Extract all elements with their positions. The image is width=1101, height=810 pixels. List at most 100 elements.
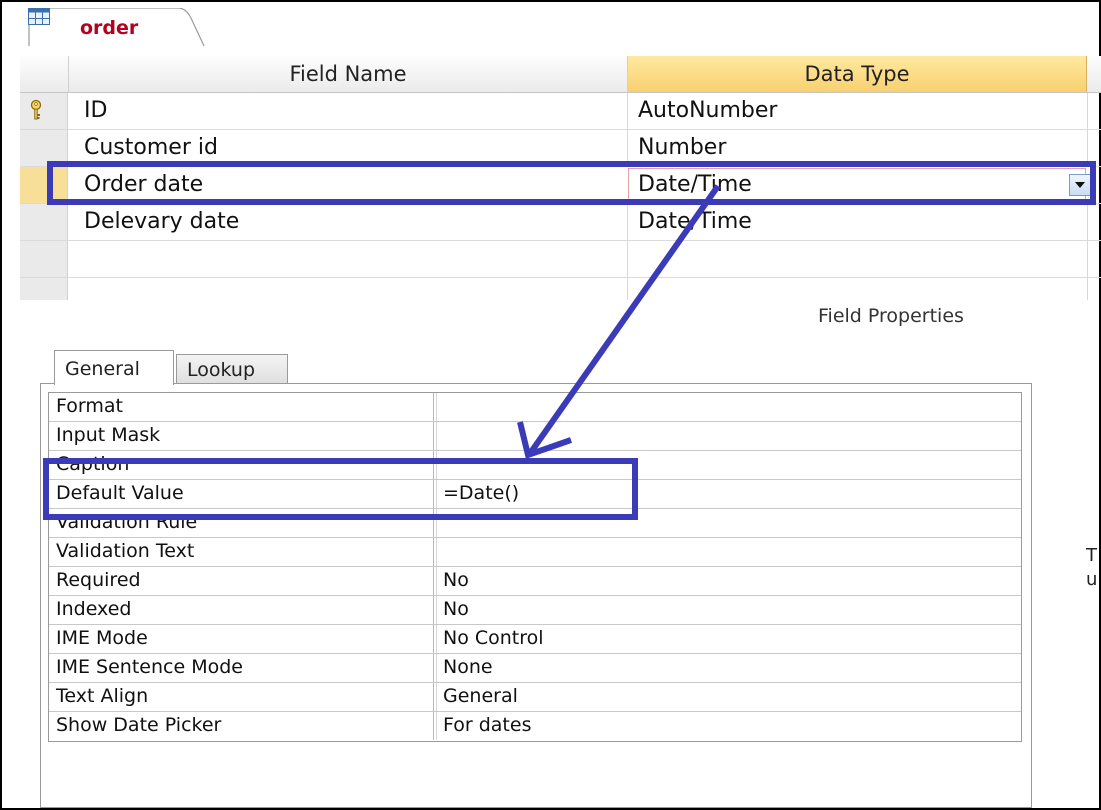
property-name: Indexed bbox=[56, 598, 132, 620]
field-name-cell[interactable]: Order date bbox=[84, 167, 203, 203]
data-type-column-header[interactable]: Data Type bbox=[628, 56, 1087, 92]
property-row-caption[interactable]: Caption bbox=[49, 451, 1021, 480]
column-divider bbox=[1087, 204, 1088, 240]
column-divider bbox=[433, 480, 434, 508]
column-divider bbox=[433, 683, 434, 711]
description-column-header[interactable] bbox=[1087, 56, 1101, 92]
column-divider bbox=[1087, 130, 1088, 166]
property-name: Required bbox=[56, 569, 141, 591]
column-divider bbox=[436, 393, 437, 421]
column-divider bbox=[436, 712, 437, 740]
property-value[interactable]: For dates bbox=[443, 714, 531, 736]
property-row-format[interactable]: Format bbox=[49, 393, 1021, 422]
help-text-line: u bbox=[1086, 569, 1098, 590]
select-all-corner[interactable] bbox=[20, 56, 69, 92]
tab-general[interactable]: General bbox=[54, 350, 174, 385]
property-row-required[interactable]: Required No bbox=[49, 567, 1021, 596]
column-divider bbox=[1087, 93, 1088, 129]
property-row-ime-mode[interactable]: IME Mode No Control bbox=[49, 625, 1021, 654]
help-text-line: T bbox=[1086, 545, 1097, 566]
property-value[interactable]: General bbox=[443, 685, 518, 707]
data-type-dropdown-button[interactable] bbox=[1069, 174, 1091, 196]
column-divider bbox=[433, 625, 434, 653]
data-type-cell[interactable]: Date/Time bbox=[638, 167, 752, 203]
column-divider bbox=[436, 538, 437, 566]
table-icon bbox=[28, 8, 50, 25]
column-divider bbox=[433, 509, 434, 537]
data-type-cell[interactable]: Date/Time bbox=[638, 204, 752, 240]
document-tab-order[interactable]: order bbox=[28, 8, 208, 46]
column-divider bbox=[433, 596, 434, 624]
property-name: Default Value bbox=[56, 482, 184, 504]
tab-label: order bbox=[80, 17, 139, 39]
column-divider bbox=[1087, 278, 1088, 300]
column-divider bbox=[436, 683, 437, 711]
column-divider bbox=[627, 278, 628, 300]
row-selector[interactable] bbox=[20, 204, 68, 240]
field-row[interactable]: ID AutoNumber bbox=[20, 93, 1101, 130]
column-divider bbox=[433, 538, 434, 566]
column-divider bbox=[433, 567, 434, 595]
property-name: Text Align bbox=[56, 685, 149, 707]
column-divider bbox=[436, 596, 437, 624]
property-sheet: Format Input Mask Caption Default Value … bbox=[48, 392, 1022, 742]
column-divider bbox=[433, 654, 434, 682]
property-name: Caption bbox=[56, 453, 130, 475]
column-divider bbox=[436, 654, 437, 682]
field-name-cell[interactable]: ID bbox=[84, 93, 107, 129]
column-divider bbox=[433, 712, 434, 740]
column-divider bbox=[627, 130, 628, 166]
field-row-empty[interactable] bbox=[20, 278, 1101, 300]
data-type-cell[interactable]: Number bbox=[638, 130, 726, 166]
field-row[interactable]: Delevary date Date/Time bbox=[20, 204, 1101, 241]
column-divider bbox=[433, 393, 434, 421]
field-row-empty[interactable] bbox=[20, 241, 1101, 278]
primary-key-icon bbox=[30, 99, 42, 120]
column-divider bbox=[627, 93, 628, 129]
property-name: Show Date Picker bbox=[56, 714, 222, 736]
chevron-down-icon bbox=[1075, 182, 1085, 188]
property-value[interactable]: None bbox=[443, 656, 493, 678]
property-row-show-date-picker[interactable]: Show Date Picker For dates bbox=[49, 712, 1021, 741]
column-divider bbox=[433, 451, 434, 479]
property-name: IME Sentence Mode bbox=[56, 656, 243, 678]
column-divider bbox=[436, 480, 437, 508]
field-properties-title: Field Properties bbox=[818, 305, 964, 327]
column-divider bbox=[436, 625, 437, 653]
property-name: IME Mode bbox=[56, 627, 148, 649]
property-row-indexed[interactable]: Indexed No bbox=[49, 596, 1021, 625]
property-value[interactable]: No bbox=[443, 598, 469, 620]
column-divider bbox=[436, 567, 437, 595]
property-row-text-align[interactable]: Text Align General bbox=[49, 683, 1021, 712]
column-divider bbox=[436, 509, 437, 537]
field-name-cell[interactable]: Customer id bbox=[84, 130, 218, 166]
data-type-cell[interactable]: AutoNumber bbox=[638, 93, 777, 129]
row-selector-current[interactable] bbox=[20, 167, 68, 203]
property-name: Input Mask bbox=[56, 424, 161, 446]
property-value[interactable]: No bbox=[443, 569, 469, 591]
property-row-ime-sentence-mode[interactable]: IME Sentence Mode None bbox=[49, 654, 1021, 683]
property-row-input-mask[interactable]: Input Mask bbox=[49, 422, 1021, 451]
property-value[interactable]: =Date() bbox=[443, 482, 519, 504]
field-row-selected[interactable]: Order date Date/Time bbox=[20, 167, 1101, 204]
property-row-validation-rule[interactable]: Validation Rule bbox=[49, 509, 1021, 538]
field-name-cell[interactable]: Delevary date bbox=[84, 204, 239, 240]
row-selector[interactable] bbox=[20, 130, 68, 166]
property-name: Validation Rule bbox=[56, 511, 198, 533]
property-row-default-value[interactable]: Default Value =Date() bbox=[49, 480, 1021, 509]
tab-lookup[interactable]: Lookup bbox=[176, 354, 288, 384]
column-divider bbox=[627, 241, 628, 277]
column-divider bbox=[436, 451, 437, 479]
property-name: Validation Text bbox=[56, 540, 195, 562]
field-name-column-header[interactable]: Field Name bbox=[69, 56, 628, 92]
column-divider bbox=[436, 422, 437, 450]
row-selector[interactable] bbox=[20, 93, 68, 129]
field-row[interactable]: Customer id Number bbox=[20, 130, 1101, 167]
document-tab-strip: order bbox=[2, 2, 1099, 46]
row-selector[interactable] bbox=[20, 278, 68, 300]
property-row-validation-text[interactable]: Validation Text bbox=[49, 538, 1021, 567]
property-value[interactable]: No Control bbox=[443, 627, 544, 649]
column-divider bbox=[433, 422, 434, 450]
row-selector[interactable] bbox=[20, 241, 68, 277]
column-divider bbox=[1087, 241, 1088, 277]
